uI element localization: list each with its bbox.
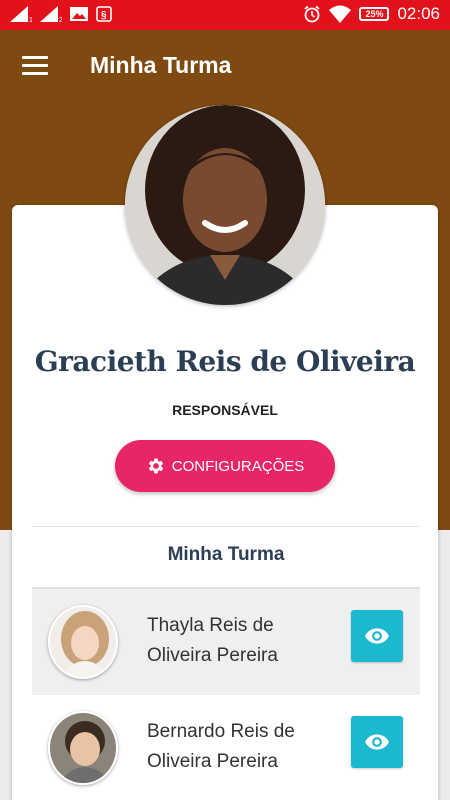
image-icon: [70, 7, 88, 21]
battery-icon: 25%: [359, 7, 390, 21]
status-bar: 1 2 § 25% 02:06: [0, 0, 450, 30]
profile-avatar: [125, 105, 325, 305]
svg-text:2: 2: [59, 17, 62, 22]
svg-text:§: §: [101, 10, 107, 21]
status-left-icons: 1 2 §: [10, 6, 112, 22]
wifi-icon: [329, 5, 352, 23]
app-bar: Minha Turma: [0, 30, 450, 102]
signal-2-icon: 2: [40, 6, 62, 22]
status-time: 02:06: [397, 4, 440, 23]
settings-button-label: CONFIGURAÇÕES: [171, 457, 305, 475]
profile-name: Gracieth Reis de Oliveira: [34, 345, 416, 378]
notification-icon: §: [96, 6, 112, 22]
battery-level: 25%: [365, 9, 384, 19]
student-name: Bernardo Reis de Oliveira Pereira: [147, 721, 295, 772]
eye-icon: [365, 628, 389, 644]
student-avatar: [48, 711, 118, 785]
view-student-button[interactable]: [351, 610, 403, 662]
gear-icon: [148, 458, 163, 474]
eye-icon: [365, 734, 389, 750]
student-avatar: [48, 605, 118, 679]
settings-button[interactable]: CONFIGURAÇÕES: [115, 440, 335, 492]
menu-icon[interactable]: [22, 56, 48, 76]
profile-role: RESPONSÁVEL: [172, 402, 278, 418]
signal-1-icon: 1: [10, 6, 32, 22]
svg-text:1: 1: [29, 17, 32, 22]
app-title: Minha Turma: [90, 52, 232, 78]
section-title: Minha Turma: [167, 544, 285, 565]
divider: [32, 526, 420, 527]
view-student-button[interactable]: [351, 716, 403, 768]
student-row[interactable]: Thayla Reis de Oliveira Pereira: [32, 589, 420, 695]
student-name: Thayla Reis de Oliveira Pereira: [147, 615, 278, 666]
alarm-icon: [304, 5, 321, 23]
student-row[interactable]: Bernardo Reis de Oliveira Pereira: [32, 695, 420, 800]
status-right-icons: 25% 02:06: [303, 4, 440, 24]
